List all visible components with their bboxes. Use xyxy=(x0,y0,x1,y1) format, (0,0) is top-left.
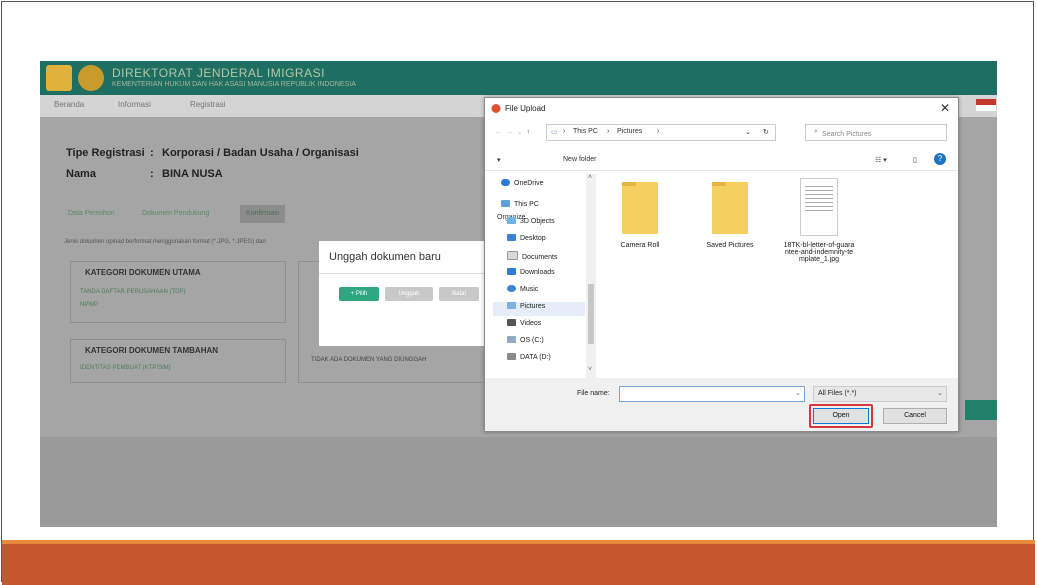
nav-pane: OneDrive This PC 3D Objects Desktop Docu… xyxy=(485,174,595,374)
folder-icon xyxy=(622,182,658,234)
help-icon[interactable]: ? xyxy=(934,153,946,165)
nav-desktop[interactable]: Desktop xyxy=(507,234,546,248)
cloud-icon xyxy=(501,179,510,186)
tipe-label: Tipe Registrasi xyxy=(66,147,145,159)
file-item-letter-jpg[interactable]: 18TK-bl-letter-of-guarantee-and-indemnit… xyxy=(783,178,855,263)
nav-downloads[interactable]: Downloads xyxy=(507,268,555,282)
divider xyxy=(485,170,958,171)
box-title: KATEGORI DOKUMEN UTAMA xyxy=(85,268,201,277)
desktop-icon xyxy=(507,234,516,241)
extra-doc-box: KATEGORI DOKUMEN TAMBAHAN IDENTITAS PEMB… xyxy=(70,339,286,383)
file-item-saved-pictures[interactable]: Saved Pictures xyxy=(695,182,765,249)
refresh-icon[interactable]: ↻ xyxy=(763,128,769,136)
nav-data-d[interactable]: DATA (D:) xyxy=(507,353,551,367)
upload-button[interactable]: Unggah xyxy=(385,287,433,301)
nama-value: BINA NUSA xyxy=(162,168,223,180)
pc-icon: ▭ xyxy=(551,129,558,136)
organize-button[interactable]: Organize ▾ xyxy=(497,156,525,221)
nama-label: Nama xyxy=(66,168,96,180)
cancel-button[interactable]: Cancel xyxy=(883,408,947,424)
cancel-upload-button[interactable]: Batal xyxy=(439,287,479,301)
main-doc-box: KATEGORI DOKUMEN UTAMA TANDA DAFTAR PERU… xyxy=(70,261,286,323)
nav-scrollbar[interactable]: ˄ ˅ xyxy=(586,174,596,379)
divider xyxy=(319,273,485,274)
file-item-camera-roll[interactable]: Camera Roll xyxy=(605,182,675,249)
emblem-icon xyxy=(78,65,104,91)
path-separator: › xyxy=(607,128,610,135)
search-box[interactable]: ⌕ Search Pictures xyxy=(805,124,947,141)
path-separator: › xyxy=(657,128,660,135)
upload-modal: Unggah dokumen baru + Pilih Unggah Batal xyxy=(319,241,485,346)
footer-stripe xyxy=(2,540,1035,544)
drive-icon xyxy=(507,353,516,360)
video-icon xyxy=(507,319,516,326)
next-button[interactable] xyxy=(965,400,997,420)
dialog-footer: File name: ⌄ All Files (*.*) ⌄ Open Canc… xyxy=(485,378,958,431)
modal-title: Unggah dokumen baru xyxy=(329,251,441,263)
close-icon[interactable]: ✕ xyxy=(940,101,950,115)
nav-3d-objects[interactable]: 3D Objects xyxy=(507,217,555,231)
app-header: DIREKTORAT JENDERAL IMIGRASI KEMENTERIAN… xyxy=(40,61,997,95)
header-title: DIREKTORAT JENDERAL IMIGRASI xyxy=(112,66,325,80)
preview-pane-icon[interactable]: ▯ xyxy=(913,156,917,164)
doc-link-identitas[interactable]: IDENTITAS PEMBUAT (KTP/SIM) xyxy=(80,365,171,371)
header-subtitle: KEMENTERIAN HUKUM DAN HAK ASASI MANUSIA … xyxy=(112,81,356,88)
doc-link-npwp[interactable]: NPWP xyxy=(80,302,98,308)
slide-footer-band xyxy=(2,540,1035,585)
chevron-down-icon[interactable]: ⌄ xyxy=(745,128,751,136)
colon: : xyxy=(150,168,154,180)
documents-icon xyxy=(507,251,518,260)
nav-item-beranda[interactable]: Beranda xyxy=(54,100,84,109)
dialog-title: File Upload xyxy=(505,104,546,113)
music-icon xyxy=(507,285,516,292)
box-title: KATEGORI DOKUMEN TAMBAHAN xyxy=(85,346,219,355)
nav-videos[interactable]: Videos xyxy=(507,319,541,333)
tab-data-pemohon[interactable]: Data Pemohon xyxy=(62,205,121,223)
nav-item-registrasi[interactable]: Registrasi xyxy=(190,100,226,109)
chevron-down-icon[interactable]: ⌄ xyxy=(795,389,801,397)
nav-os-c[interactable]: OS (C:) xyxy=(507,336,544,350)
file-name-input[interactable] xyxy=(619,386,805,402)
flag-icon[interactable] xyxy=(976,99,996,111)
nav-music[interactable]: Music xyxy=(507,285,538,299)
view-options-icon[interactable]: ☷ ▾ xyxy=(875,156,887,164)
file-type-select[interactable]: All Files (*.*) xyxy=(813,386,947,402)
drive-icon xyxy=(507,336,516,343)
folder-icon xyxy=(712,182,748,234)
tipe-value: Korporasi / Badan Usaha / Organisasi xyxy=(162,147,359,159)
nav-pictures[interactable]: Pictures xyxy=(493,302,585,316)
choose-button[interactable]: + Pilih xyxy=(339,287,379,301)
pc-icon xyxy=(501,200,510,207)
nav-this-pc[interactable]: This PC xyxy=(501,200,539,214)
cube-icon xyxy=(507,217,516,224)
path-separator: › xyxy=(563,128,566,135)
search-input[interactable]: ⌕ Search Pictures xyxy=(814,128,871,138)
open-button[interactable]: Open xyxy=(813,408,869,424)
doc-link-tdp[interactable]: TANDA DAFTAR PERUSAHAAN (TDP) xyxy=(80,289,185,295)
tab-konfirmasi[interactable]: Konfirmasi xyxy=(240,205,286,223)
path-pictures[interactable]: Pictures xyxy=(617,128,642,135)
empty-doc-message: TIDAK ADA DOKUMEN YANG DIUNGGAH xyxy=(311,357,427,363)
upload-note: Jenis dokumen upload berformat menggunak… xyxy=(64,239,266,245)
nav-item-informasi[interactable]: Informasi xyxy=(118,100,151,109)
download-icon xyxy=(507,268,516,275)
path-this-pc[interactable]: This PC xyxy=(573,128,598,135)
address-bar[interactable]: ▭ › This PC › Pictures › ⌄ ↻ xyxy=(546,124,776,141)
image-thumbnail-icon xyxy=(800,178,838,236)
tab-dokumen-pendukung[interactable]: Dokumen Pendukung xyxy=(136,205,215,223)
pictures-icon xyxy=(507,302,516,309)
chevron-down-icon[interactable]: ⌄ xyxy=(937,389,943,397)
nav-arrows-icon[interactable]: ← → ⌄ ↑ xyxy=(495,128,530,136)
file-upload-dialog: File Upload ✕ ← → ⌄ ↑ ▭ › This PC › Pict… xyxy=(484,97,959,432)
browser-icon xyxy=(491,104,501,113)
colon: : xyxy=(150,147,154,159)
file-name-label: File name: xyxy=(577,390,610,397)
nav-onedrive[interactable]: OneDrive xyxy=(501,179,544,193)
new-folder-button[interactable]: New folder xyxy=(563,156,596,163)
search-placeholder: Search Pictures xyxy=(822,131,872,138)
nav-documents[interactable]: Documents xyxy=(507,251,557,265)
logo-icon xyxy=(46,65,72,91)
scrollbar-thumb[interactable] xyxy=(588,284,594,344)
